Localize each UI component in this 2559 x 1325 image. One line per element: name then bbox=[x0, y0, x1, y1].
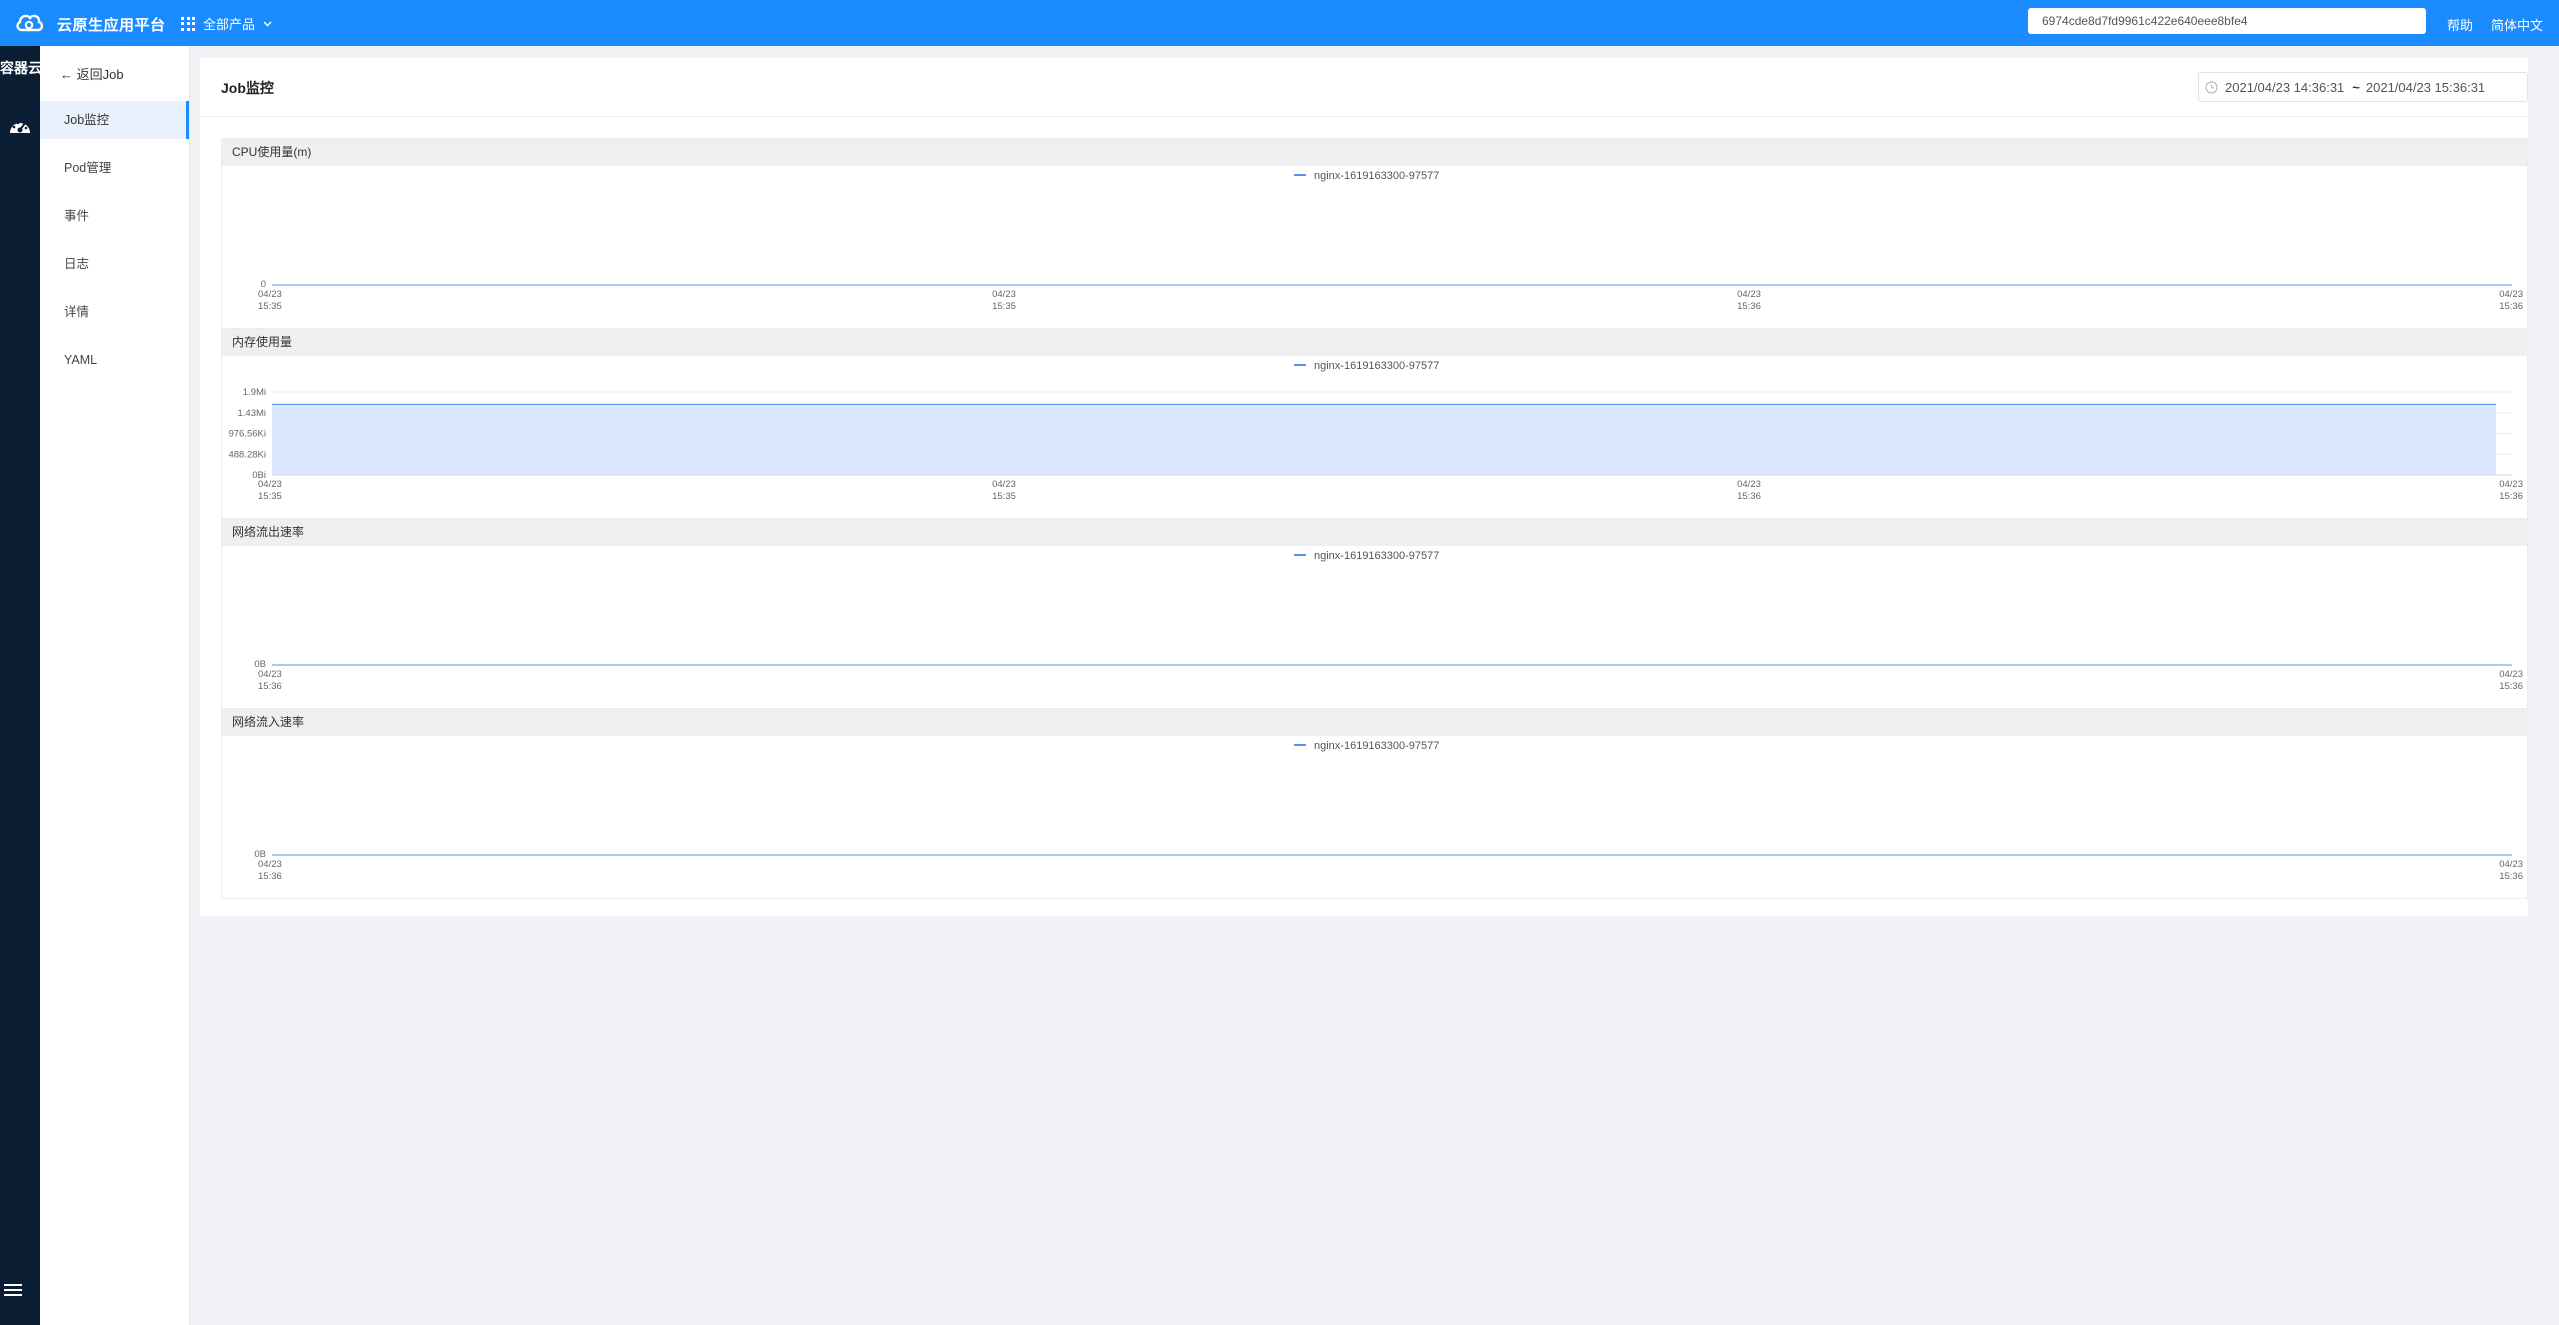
legend-label: nginx-1619163300-97577 bbox=[1314, 360, 1439, 372]
x-tick-label: 15:36 bbox=[2499, 681, 2523, 692]
chart-memory: 内存使用量 nginx-1619163300-97577 0Bi 488.28Ki 9… bbox=[221, 328, 2528, 519]
x-tick-label: 04/23 bbox=[2499, 669, 2523, 680]
x-tick-label: 04/23 bbox=[2499, 289, 2523, 300]
x-tick-label: 04/23 bbox=[992, 479, 1016, 490]
cloud-logo-icon[interactable] bbox=[14, 10, 44, 36]
x-tick-label: 04/23 bbox=[258, 289, 282, 300]
apps-grid-icon bbox=[181, 16, 195, 31]
chart-plot: nginx-1619163300-975770Bi488.28Ki976.56K… bbox=[228, 360, 2523, 502]
x-tick-label: 15:36 bbox=[1737, 491, 1761, 502]
chart-network-in: 网络流入速率 nginx-1619163300-97577 0B 04/23 15:3… bbox=[221, 708, 2528, 899]
chart-plot: nginx-1619163300-97577004/2315:3504/2315… bbox=[258, 170, 2523, 312]
y-tick-label: 488.28Ki bbox=[228, 449, 266, 460]
rail-title: 容器云 bbox=[0, 60, 42, 76]
chart-title: 网络流入速率 bbox=[222, 709, 2527, 736]
top-bar: 云原生应用平台 全部产品 帮助 简体中文 bbox=[0, 0, 2559, 46]
x-tick-label: 04/23 bbox=[992, 289, 1016, 300]
chart-network-out: 网络流出速率 nginx-1619163300-97577 0B 04/23 15:3… bbox=[221, 518, 2528, 709]
language-switch[interactable]: 简体中文 bbox=[2491, 15, 2543, 34]
x-tick-label: 15:36 bbox=[2499, 301, 2523, 312]
brand-title[interactable]: 云原生应用平台 bbox=[57, 14, 166, 35]
product-rail: 容器云 bbox=[0, 46, 42, 1325]
sidebar-item-yaml[interactable]: YAML bbox=[40, 341, 189, 379]
sidebar-item-logs[interactable]: 日志 bbox=[40, 245, 189, 283]
menu-icon[interactable] bbox=[4, 1282, 22, 1298]
range-separator: ~ bbox=[2352, 79, 2360, 95]
legend-label: nginx-1619163300-97577 bbox=[1314, 550, 1439, 562]
legend-label: nginx-1619163300-97577 bbox=[1314, 740, 1439, 752]
chevron-down-icon bbox=[263, 21, 272, 26]
x-tick-label: 04/23 bbox=[1737, 289, 1761, 300]
all-products-menu[interactable]: 全部产品 bbox=[181, 14, 272, 33]
page-header: Job监控 2021/04/23 14:36:31 ~ 2021/04/23 1… bbox=[200, 58, 2528, 117]
x-tick-label: 04/23 bbox=[1737, 479, 1761, 490]
help-link[interactable]: 帮助 bbox=[2447, 15, 2473, 34]
chart-title: CPU使用量(m) bbox=[222, 139, 2527, 166]
chart-title: 内存使用量 bbox=[222, 329, 2527, 356]
series-area bbox=[272, 404, 2496, 475]
chart-plot: nginx-1619163300-975770B04/2315:3604/231… bbox=[254, 550, 2523, 692]
chart-cpu: CPU使用量(m) nginx-1619163300-97577 0 04/23 15… bbox=[221, 138, 2528, 329]
main-panel: Job监控 2021/04/23 14:36:31 ~ 2021/04/23 1… bbox=[200, 58, 2528, 916]
range-start: 2021/04/23 14:36:31 bbox=[2225, 79, 2345, 95]
x-tick-label: 15:35 bbox=[258, 301, 282, 312]
all-products-label: 全部产品 bbox=[203, 17, 256, 32]
sidebar-item-job-monitor[interactable]: Job监控 bbox=[40, 101, 189, 139]
legend-label: nginx-1619163300-97577 bbox=[1314, 170, 1439, 182]
x-tick-label: 04/23 bbox=[2499, 479, 2523, 490]
x-tick-label: 15:36 bbox=[1737, 301, 1761, 312]
range-end: 2021/04/23 15:36:31 bbox=[2365, 79, 2486, 95]
y-tick-label: 976.56Ki bbox=[228, 429, 266, 440]
dashboard-icon[interactable] bbox=[6, 116, 34, 138]
sidebar-item-events[interactable]: 事件 bbox=[40, 197, 189, 235]
x-tick-label: 15:35 bbox=[992, 491, 1016, 502]
x-tick-label: 15:36 bbox=[2499, 491, 2523, 502]
x-tick-label: 04/23 bbox=[258, 859, 282, 870]
x-tick-label: 04/23 bbox=[258, 669, 282, 680]
clock-icon bbox=[2205, 80, 2218, 94]
x-tick-label: 15:36 bbox=[258, 871, 282, 882]
y-tick-label: 1.43Mi bbox=[237, 408, 266, 419]
x-tick-label: 15:35 bbox=[992, 301, 1016, 312]
x-tick-label: 15:36 bbox=[2499, 871, 2523, 882]
sidebar-item-details[interactable]: 详情 bbox=[40, 293, 189, 331]
chart-title: 网络流出速率 bbox=[222, 519, 2527, 546]
chart-plot: nginx-1619163300-975770B04/2315:3604/231… bbox=[254, 740, 2523, 882]
search-input[interactable] bbox=[2028, 8, 2426, 34]
back-to-job-link[interactable]: ← 返回Job bbox=[60, 64, 124, 83]
x-tick-label: 04/23 bbox=[2499, 859, 2523, 870]
x-tick-label: 04/23 bbox=[258, 479, 282, 490]
x-tick-label: 15:36 bbox=[258, 681, 282, 692]
y-tick-label: 1.9Mi bbox=[243, 387, 266, 398]
x-tick-label: 15:35 bbox=[258, 491, 282, 502]
sidebar-item-pod-management[interactable]: Pod管理 bbox=[40, 149, 189, 187]
sidebar: ← 返回Job Job监控 Pod管理 事件 日志 详情 YAML bbox=[40, 46, 190, 1325]
time-range-picker[interactable]: 2021/04/23 14:36:31 ~ 2021/04/23 15:36:3… bbox=[2198, 72, 2528, 102]
page-title: Job监控 bbox=[221, 80, 274, 96]
